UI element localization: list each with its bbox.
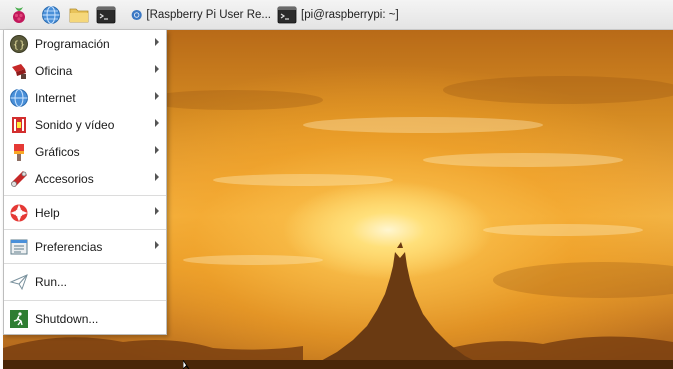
menu-item-run[interactable]: Run...: [4, 267, 166, 297]
menu-item-label: Internet: [35, 90, 76, 105]
menu-separator: [4, 195, 166, 196]
submenu-arrow-icon: [155, 65, 159, 73]
menu-item-shutdown[interactable]: Shutdown...: [4, 304, 166, 334]
submenu-arrow-icon: [155, 38, 159, 46]
menu-item-programacion[interactable]: {} Programación: [4, 30, 166, 57]
menu-item-label: Sonido y vídeo: [35, 117, 115, 132]
terminal-icon: [277, 6, 297, 24]
mouse-cursor-icon: [183, 360, 190, 369]
submenu-arrow-icon: [155, 92, 159, 100]
menu-item-label: Run...: [35, 275, 68, 289]
web-browser-launcher[interactable]: [40, 4, 62, 26]
submenu-arrow-icon: [155, 173, 159, 181]
run-icon: [8, 271, 30, 293]
menu-item-label: Gráficos: [35, 144, 80, 159]
menu-separator: [4, 263, 166, 264]
menu-item-label: Programación: [35, 36, 110, 51]
chromium-icon: [131, 9, 142, 21]
submenu-arrow-icon: [155, 146, 159, 154]
menu-item-graficos[interactable]: Gráficos: [4, 138, 166, 165]
accessories-icon: [8, 168, 30, 190]
taskbar: [Raspberry Pi User Re... [pi@raspberrypi…: [0, 0, 673, 30]
terminal-icon: [96, 6, 116, 24]
programming-icon: {}: [8, 33, 30, 55]
help-icon: [8, 202, 30, 224]
svg-text:{}: {}: [13, 40, 26, 51]
office-icon: [8, 60, 30, 82]
menu-item-preferencias[interactable]: Preferencias: [4, 233, 166, 260]
submenu-arrow-icon: [155, 119, 159, 127]
menu-item-accesorios[interactable]: Accesorios: [4, 165, 166, 192]
menu-item-help[interactable]: Help: [4, 199, 166, 226]
raspberry-icon: [13, 7, 25, 23]
menu-item-label: Shutdown...: [35, 312, 99, 326]
globe-icon: [42, 6, 60, 24]
menu-item-label: Accesorios: [35, 171, 94, 186]
terminal-launcher[interactable]: [95, 4, 117, 26]
submenu-arrow-icon: [155, 241, 159, 249]
menu-launcher-button[interactable]: [8, 4, 30, 26]
task-terminal-window[interactable]: [pi@raspberrypi: ~]: [277, 4, 407, 26]
task-browser-label: [Raspberry Pi User Re...: [146, 9, 271, 21]
task-terminal-label: [pi@raspberrypi: ~]: [301, 9, 399, 21]
menu-separator: [4, 300, 166, 301]
menu-separator: [4, 229, 166, 230]
shutdown-icon: [8, 308, 30, 330]
task-browser-window[interactable]: [Raspberry Pi User Re...: [131, 4, 271, 26]
folder-icon: [69, 8, 89, 23]
globe-icon: [8, 87, 30, 109]
menu-item-label: Help: [35, 205, 60, 220]
preferences-icon: [8, 236, 30, 258]
menu-item-oficina[interactable]: Oficina: [4, 57, 166, 84]
menu-item-sonido-y-video[interactable]: Sonido y vídeo: [4, 111, 166, 138]
applications-menu: {} Programación Oficina Internet Sonido …: [3, 30, 167, 335]
menu-item-label: Oficina: [35, 63, 73, 78]
file-manager-launcher[interactable]: [68, 4, 90, 26]
graphics-icon: [8, 141, 30, 163]
menu-item-label: Preferencias: [35, 239, 103, 254]
menu-item-internet[interactable]: Internet: [4, 84, 166, 111]
submenu-arrow-icon: [155, 207, 159, 215]
multimedia-icon: [8, 114, 30, 136]
